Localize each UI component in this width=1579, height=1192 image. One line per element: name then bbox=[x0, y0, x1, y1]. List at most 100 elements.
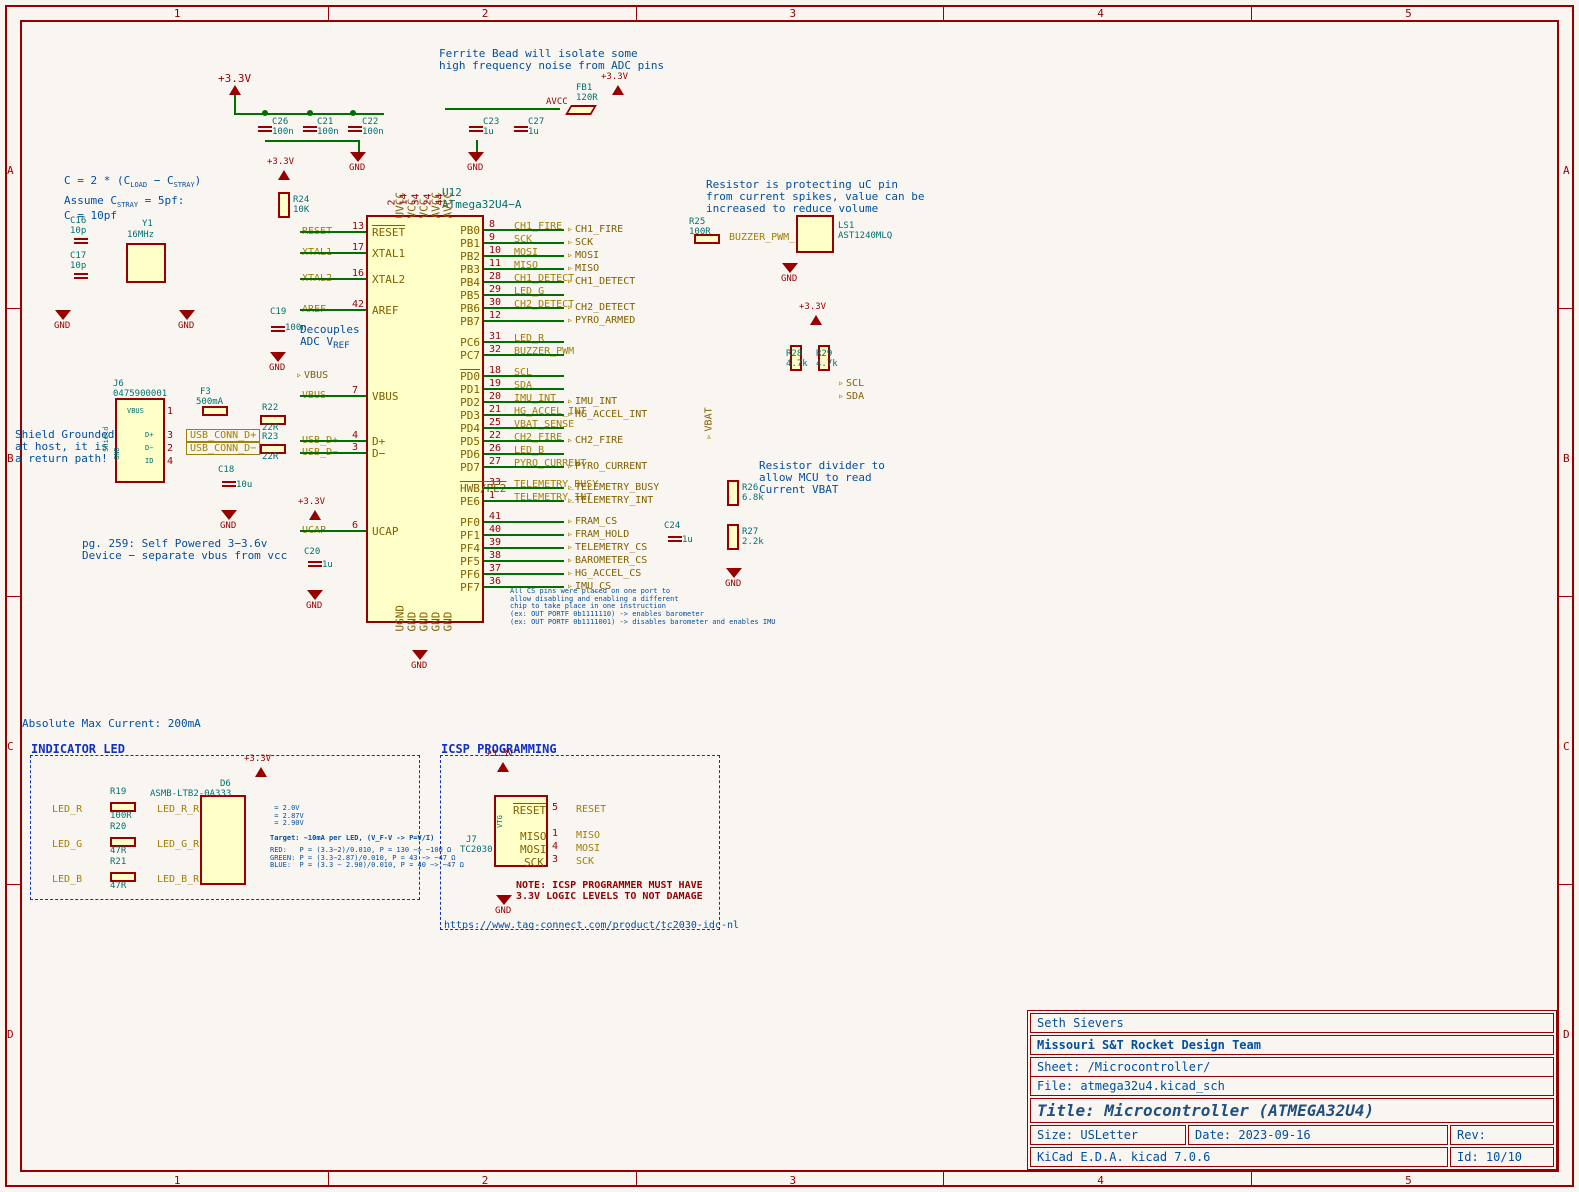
r20-val: 47R bbox=[110, 847, 126, 857]
gnd-vbat-lbl: GND bbox=[725, 580, 741, 590]
hier-label: TELEMETRY_INT bbox=[567, 495, 653, 506]
pwr-33v-fb bbox=[612, 85, 624, 95]
led-calc-notes: = 2.0V = 2.87V = 2.90V bbox=[270, 805, 304, 828]
pin-name: PC7 bbox=[460, 349, 480, 362]
gnd-xtal1-lbl: GND bbox=[54, 322, 70, 332]
r24 bbox=[278, 192, 290, 218]
pin-name: PD6 bbox=[460, 448, 480, 461]
pin-name: PF4 bbox=[460, 542, 480, 555]
j6-p1: 1 bbox=[167, 406, 173, 417]
ruler-col: 1 bbox=[174, 1174, 181, 1187]
c26-val: 100n bbox=[272, 128, 294, 138]
pin-name: PD2 bbox=[460, 396, 480, 409]
ruler-row: C bbox=[7, 740, 14, 753]
hier-scl: SCL bbox=[838, 378, 864, 389]
c21 bbox=[303, 120, 317, 138]
pin-name: AREF bbox=[372, 304, 399, 317]
ruler-col: 4 bbox=[1097, 7, 1104, 20]
j7-miso-sig: MISO bbox=[576, 830, 600, 841]
led-calc: RED: P = (3.3−2)/0.010, P = 130 −> ~100 … bbox=[270, 847, 464, 870]
ruler-col: 4 bbox=[1097, 1174, 1104, 1187]
ruler-col: 1 bbox=[174, 7, 181, 20]
net-ledgr: LED_G_R bbox=[157, 839, 199, 850]
pin-name: PB3 bbox=[460, 263, 480, 276]
c17-val: 10p bbox=[70, 262, 86, 272]
j7-miso-num: 1 bbox=[552, 828, 558, 839]
hier-sda: SDA bbox=[838, 391, 864, 402]
c22-val: 100n bbox=[362, 128, 384, 138]
j7-mosi-name: MOSI bbox=[520, 843, 547, 856]
j7-mosi-num: 4 bbox=[552, 841, 558, 852]
c19-val: 100n bbox=[285, 324, 307, 334]
tb-file: File: atmega32u4.kicad_sch bbox=[1031, 1077, 1553, 1095]
r26-val: 6.8k bbox=[742, 494, 764, 504]
r23-val: 22R bbox=[262, 453, 278, 463]
pwr-33v-icsp-lbl: +3.3V bbox=[486, 750, 513, 760]
pin-name: PD1 bbox=[460, 383, 480, 396]
gnd-icsp-lbl: GND bbox=[495, 907, 511, 917]
c18-val: 10u bbox=[236, 481, 252, 491]
j6-p4: 4 bbox=[167, 456, 173, 467]
hier-label: CH1_DETECT bbox=[567, 276, 635, 287]
net-usbconndp: USB_CONN_D+ bbox=[186, 429, 260, 442]
net-buzzerpwmr: BUZZER_PWM_R bbox=[729, 232, 801, 243]
ruler-col: 2 bbox=[482, 7, 489, 20]
j6-id: ID bbox=[145, 458, 153, 466]
r19-val: 100R bbox=[110, 812, 132, 822]
pin-name: PF1 bbox=[460, 529, 480, 542]
net-label: IMU_INT bbox=[514, 393, 556, 404]
vbus-hier: VBUS bbox=[296, 370, 328, 381]
group-led-title: INDICATOR LED bbox=[31, 742, 125, 756]
ls1-val: AST1240MLQ bbox=[838, 232, 892, 242]
net-label: MISO bbox=[514, 260, 538, 271]
note-ferrite: Ferrite Bead will isolate some high freq… bbox=[439, 48, 664, 72]
c18 bbox=[222, 475, 236, 493]
ruler-col: 5 bbox=[1405, 1174, 1412, 1187]
pwr-33v-led-lbl: +3.3V bbox=[244, 755, 271, 765]
j6-shield: Shield bbox=[103, 427, 111, 452]
ruler-col: 3 bbox=[790, 1174, 797, 1187]
r21-ref: R21 bbox=[110, 858, 126, 868]
tb-gen: KiCad E.D.A. kicad 7.0.6 bbox=[1030, 1147, 1448, 1167]
icsp-warning: NOTE: ICSP PROGRAMMER MUST HAVE 3.3V LOG… bbox=[516, 880, 703, 902]
pin-name: HWB/PE2 bbox=[460, 482, 480, 495]
pin-name: PD4 bbox=[460, 422, 480, 435]
c18-ref: C18 bbox=[218, 466, 234, 476]
tb-org: Missouri S&T Rocket Design Team bbox=[1030, 1035, 1554, 1055]
j6-dm: D− bbox=[145, 445, 153, 453]
r24-val: 10K bbox=[293, 206, 309, 216]
net-label: LED_B bbox=[514, 445, 544, 456]
pin-num: 24 bbox=[423, 193, 434, 205]
net-ledbr: LED_B_R bbox=[157, 874, 199, 885]
fb1-val: 120R bbox=[576, 94, 598, 104]
hier-label: HG_ACCEL_INT bbox=[567, 409, 647, 420]
r26 bbox=[727, 480, 739, 506]
ruler-row: D bbox=[1563, 1028, 1570, 1041]
r28-val: 4.7k bbox=[786, 360, 808, 370]
pin-num: 14 bbox=[399, 193, 410, 205]
hier-label: SCK bbox=[567, 237, 593, 248]
j7-reset-sig: RESET bbox=[576, 804, 606, 815]
gnd-buzzer-lbl: GND bbox=[781, 275, 797, 285]
c19-ref: C19 bbox=[270, 308, 286, 318]
net-label: SDA bbox=[514, 380, 532, 391]
note-selfpow: pg. 259: Self Powered 3−3.6v Device − se… bbox=[82, 538, 287, 562]
net-label: CH1_FIRE bbox=[514, 221, 562, 232]
tb-author: Seth Sievers bbox=[1030, 1013, 1554, 1033]
r20-ref: R20 bbox=[110, 823, 126, 833]
j7-val: TC2030 bbox=[460, 846, 493, 856]
note-absmax: Absolute Max Current: 200mA bbox=[22, 718, 201, 730]
r21-val: 47R bbox=[110, 882, 126, 892]
gnd-caps-lbl: GND bbox=[349, 164, 365, 174]
y1-val: 16MHz bbox=[127, 231, 154, 241]
ruler-col: 5 bbox=[1405, 7, 1412, 20]
pin-num: 44 bbox=[435, 193, 446, 205]
tb-rev: Rev: bbox=[1450, 1125, 1554, 1145]
ruler-col: 2 bbox=[482, 1174, 489, 1187]
r27-val: 2.2k bbox=[742, 538, 764, 548]
icsp-url: https://www.tag-connect.com/product/tc20… bbox=[444, 920, 739, 931]
pin-name: PE6 bbox=[460, 495, 480, 508]
net-usbconndm: USB_CONN_D− bbox=[186, 442, 260, 455]
c20-val: 1u bbox=[322, 561, 333, 571]
j7-miso-name: MISO bbox=[520, 830, 547, 843]
